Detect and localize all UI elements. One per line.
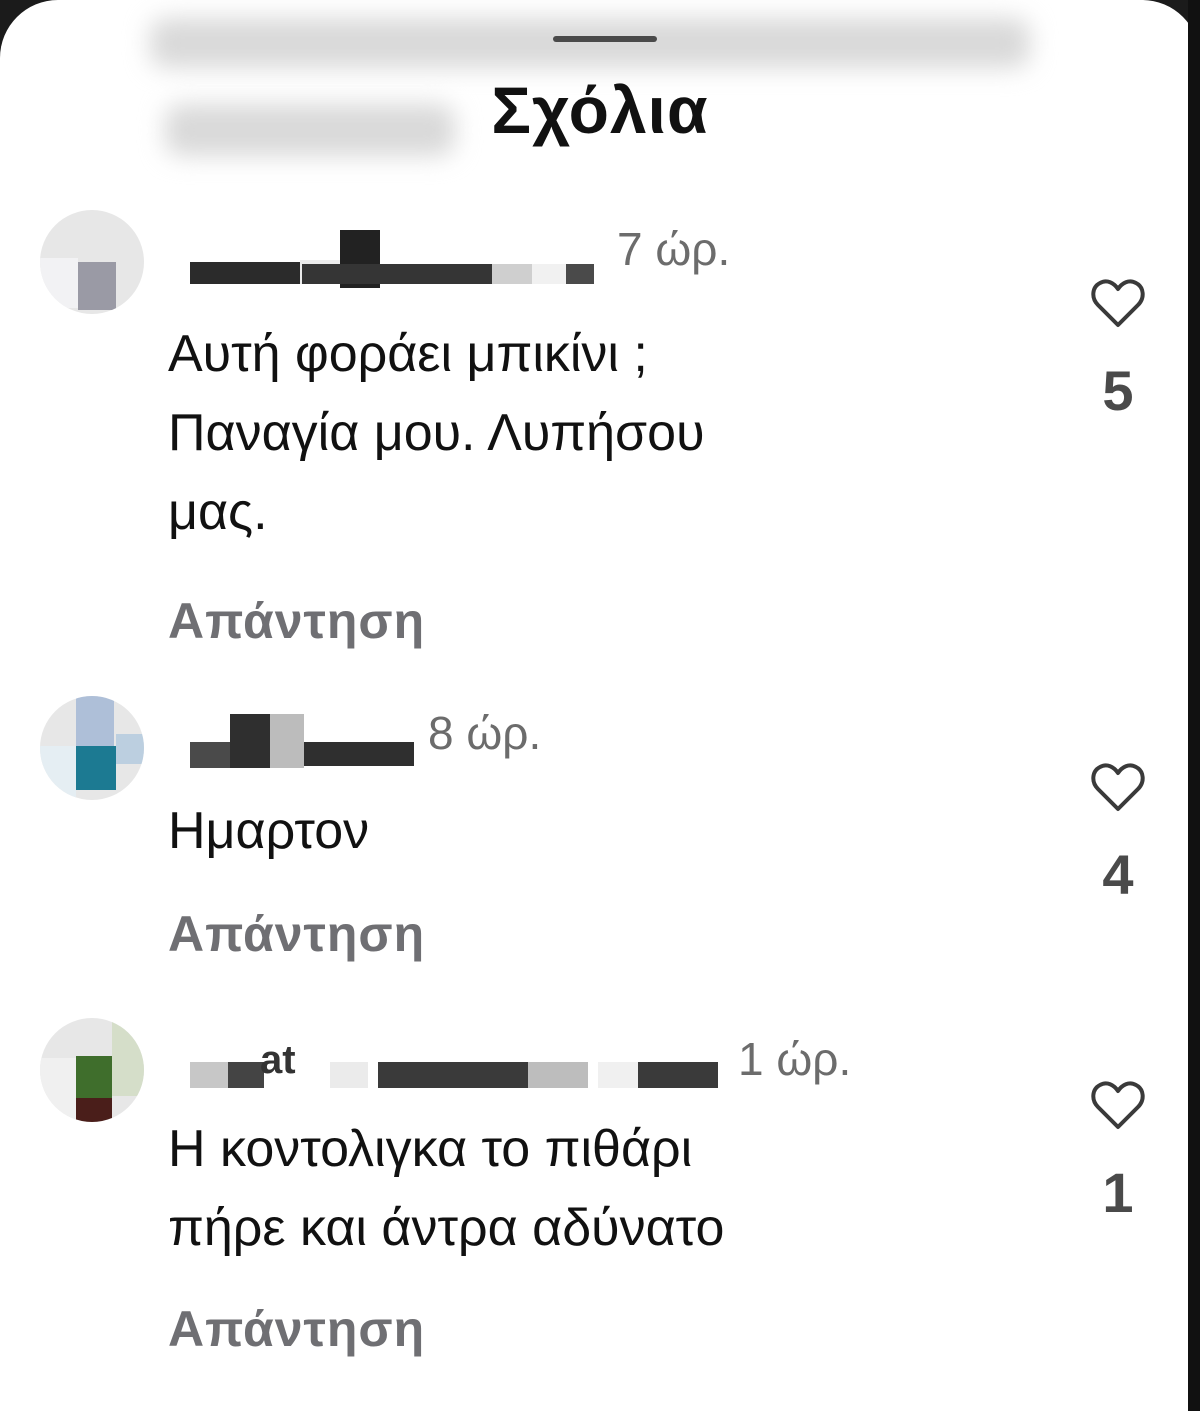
like-count: 1 bbox=[1102, 1161, 1134, 1224]
screen-edge bbox=[1188, 0, 1200, 1411]
comment-item: at 1 ώρ. Η κοντολιγκα το πιθάρι πήρε και… bbox=[0, 1012, 1200, 1411]
comment-item: 8 ώρ. Ημαρτον Απάντηση 4 bbox=[0, 690, 1200, 990]
reply-button[interactable]: Απάντηση bbox=[168, 905, 425, 963]
comments-sheet: Σχόλια 7 ώρ. Αυτή φοράει μπικίνι ; Παναγ… bbox=[0, 0, 1200, 1411]
avatar[interactable] bbox=[40, 696, 144, 800]
sheet-title: Σχόλια bbox=[491, 73, 709, 147]
like-button[interactable]: 5 bbox=[1070, 278, 1166, 423]
sheet-drag-handle[interactable] bbox=[553, 36, 657, 42]
username-redacted[interactable] bbox=[190, 230, 610, 290]
username-redacted[interactable]: at bbox=[190, 1034, 730, 1094]
comment-text: Αυτή φοράει μπικίνι ; Παναγία μου. Λυπήσ… bbox=[168, 325, 705, 541]
like-button[interactable]: 4 bbox=[1070, 762, 1166, 907]
username-redacted[interactable] bbox=[190, 712, 430, 772]
username-fragment: at bbox=[260, 1038, 296, 1082]
like-count: 4 bbox=[1102, 843, 1134, 906]
heart-outline-icon bbox=[1091, 763, 1145, 811]
comment-text: Η κοντολιγκα το πιθάρι πήρε και άντρα αδ… bbox=[168, 1120, 725, 1257]
comment-text: Ημαρτον bbox=[168, 802, 370, 860]
comment-time: 7 ώρ. bbox=[617, 223, 731, 275]
comment-item: 7 ώρ. Αυτή φοράει μπικίνι ; Παναγία μου.… bbox=[0, 200, 1200, 660]
comment-time: 1 ώρ. bbox=[738, 1033, 852, 1085]
heart-outline-icon bbox=[1091, 279, 1145, 327]
avatar[interactable] bbox=[40, 210, 144, 314]
like-count: 5 bbox=[1102, 359, 1134, 422]
avatar[interactable] bbox=[40, 1018, 144, 1122]
blurred-background-text bbox=[150, 18, 1030, 68]
reply-button[interactable]: Απάντηση bbox=[168, 1300, 425, 1358]
like-button[interactable]: 1 bbox=[1070, 1080, 1166, 1225]
reply-button[interactable]: Απάντηση bbox=[168, 592, 425, 650]
comment-time: 8 ώρ. bbox=[428, 707, 542, 759]
heart-outline-icon bbox=[1091, 1081, 1145, 1129]
